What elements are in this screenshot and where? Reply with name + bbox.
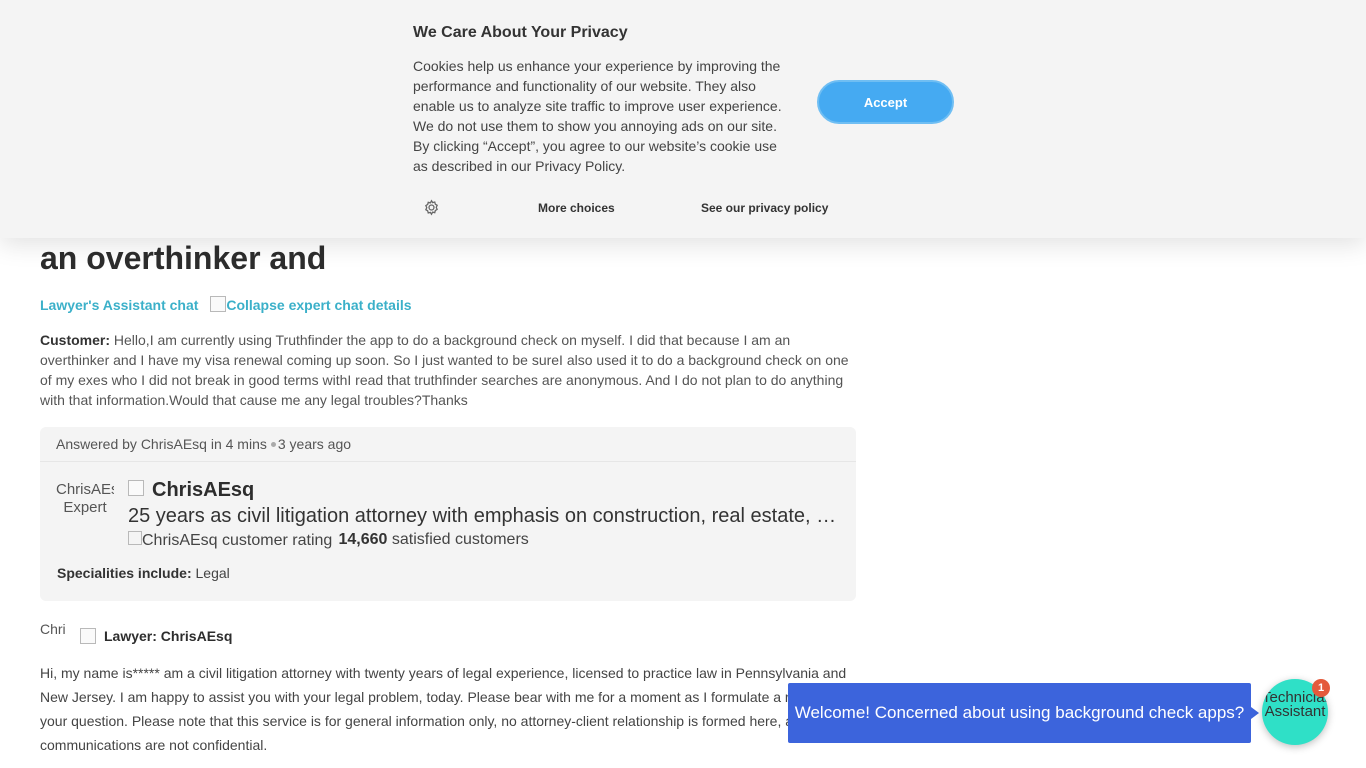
separator-dot	[270, 442, 276, 447]
answer-meta: Answered by ChrisAEsq in 4 mins 3 years a…	[40, 427, 856, 462]
privacy-policy-link[interactable]: See our privacy policy	[701, 201, 828, 215]
accept-button[interactable]: Accept	[817, 80, 954, 124]
page-title: an overthinker and	[40, 240, 327, 276]
expert-name[interactable]: ChrisAEsq	[152, 479, 254, 501]
collapse-label: Collapse expert chat details	[226, 297, 412, 313]
notification-badge: 1	[1312, 679, 1330, 697]
cookie-body: Cookies help us enhance your experience …	[413, 58, 782, 174]
gear-icon[interactable]	[423, 199, 440, 216]
rating-alt: ChrisAEsq customer rating	[142, 532, 333, 549]
expert-name-row: ChrisAEsq	[128, 479, 254, 502]
customer-label: Customer:	[40, 332, 111, 348]
verified-badge-icon	[128, 480, 144, 496]
satisfied-count: 14,660	[338, 531, 388, 548]
cookie-banner: We Care About Your Privacy Cookies help …	[0, 0, 1366, 238]
expert-rating: ChrisAEsq customer rating 14,660 satisfi…	[128, 531, 529, 549]
broken-image-icon	[210, 296, 227, 312]
customer-text: Hello,I am currently using Truthfinder t…	[40, 332, 849, 408]
answered-by: Answered by ChrisAEsq in 4 mins	[56, 436, 267, 452]
lawyer-header: Chri Lawyer: ChrisAEsq	[40, 622, 232, 650]
chat-links: Lawyer's Assistant chat Collapse expert …	[40, 296, 412, 313]
specialities: Specialities include: Legal	[57, 565, 230, 581]
specialities-value: Legal	[195, 565, 230, 581]
more-choices-button[interactable]: More choices	[538, 201, 615, 215]
expert-avatar[interactable]: ChrisAEsq Expert	[56, 481, 114, 533]
cookie-title: We Care About Your Privacy	[413, 24, 628, 41]
answer-card: Answered by ChrisAEsq in 4 mins 3 years a…	[40, 427, 856, 601]
broken-image-icon	[128, 531, 142, 545]
lawyer-avatar: Chri	[40, 622, 66, 637]
chat-welcome-bubble[interactable]: Welcome! Concerned about using backgroun…	[788, 683, 1259, 743]
satisfied-label: satisfied customers	[391, 531, 529, 548]
specialities-label: Specialities include:	[57, 565, 192, 581]
broken-image-icon	[80, 628, 96, 644]
answer-time: 3 years ago	[277, 436, 352, 452]
lawyer-label: Lawyer: ChrisAEsq	[104, 628, 233, 644]
expert-title: 25 years as civil litigation attorney wi…	[128, 505, 840, 527]
rating-image: ChrisAEsq customer rating	[128, 531, 334, 549]
assistant-chat-link[interactable]: Lawyer's Assistant chat	[40, 297, 198, 313]
customer-question: Customer: Hello,I am currently using Tru…	[40, 330, 856, 410]
collapse-expert-details-link[interactable]: Collapse expert chat details	[210, 296, 412, 313]
lawyer-answer: Hi, my name is***** am a civil litigatio…	[40, 665, 859, 753]
